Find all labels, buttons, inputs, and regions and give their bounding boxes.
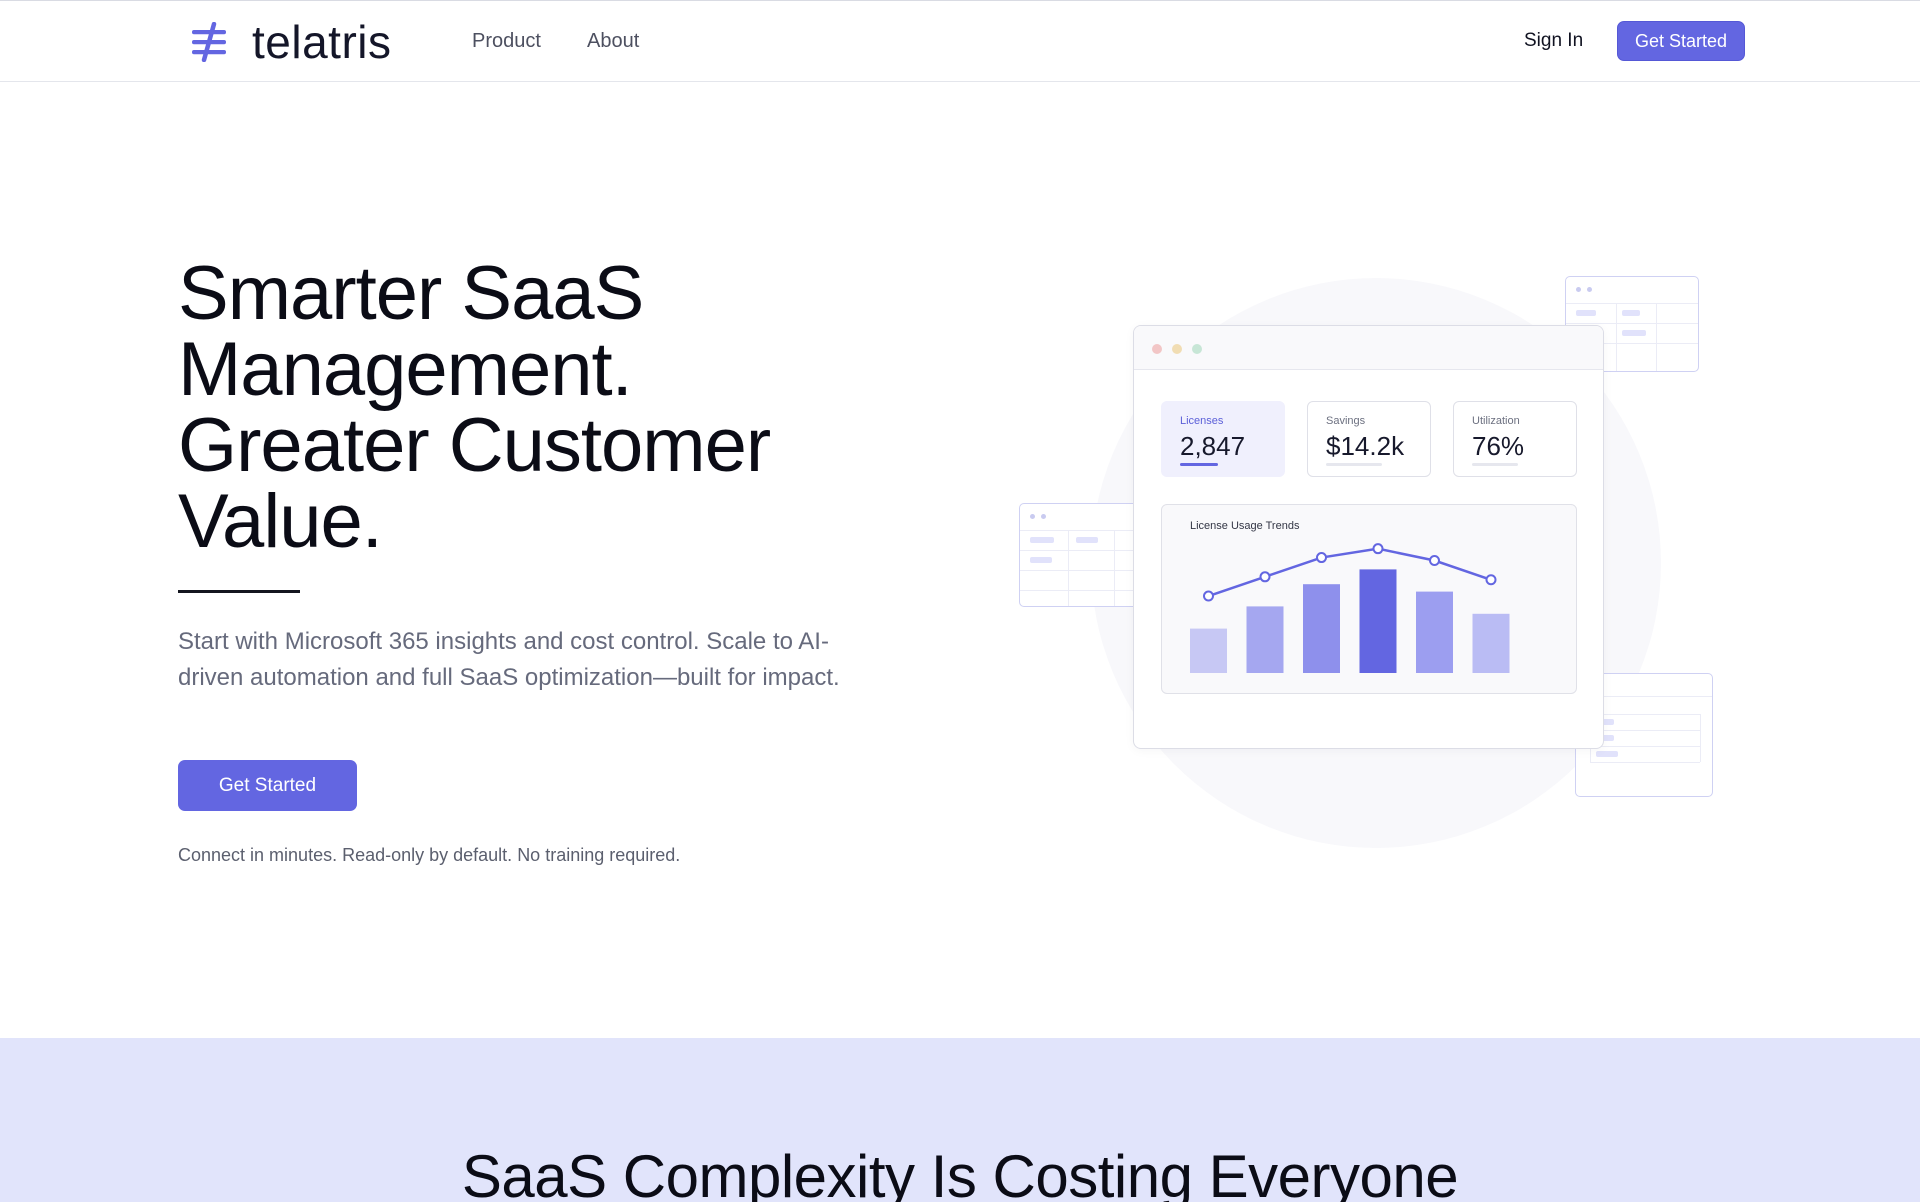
mini-window-left [1019,503,1143,607]
stat-value: 76% [1472,431,1525,461]
chart-point [1316,552,1327,564]
minimize-dot [1172,344,1182,354]
stat-underline [1472,463,1518,466]
chart-bar [1359,569,1397,673]
problem-section: SaaS Complexity Is Costing Everyone [0,1038,1920,1202]
logo-icon [192,22,226,62]
dashboard-illustration: Licenses 2,847 Savings $14.2k Utilizatio… [1010,270,1730,850]
hero-title-line: Value. [178,479,383,564]
chart-bar [1246,606,1284,673]
stat-card-licenses: Licenses 2,847 [1161,401,1285,477]
chart-bar [1190,628,1227,673]
sign-in-link[interactable]: Sign In [1524,29,1583,53]
hero-note: Connect in minutes. Read-only by default… [178,845,681,865]
stat-underline [1180,463,1218,466]
dashboard-window: Licenses 2,847 Savings $14.2k Utilizatio… [1133,325,1604,749]
window-dots [1030,514,1046,519]
chart-bar [1472,613,1510,673]
chart-point [1259,571,1271,583]
chart-point [1429,555,1440,567]
stat-card-utilization: Utilization 76% [1453,401,1577,477]
window-title-bar [1134,326,1603,370]
hero-title-line: Management. [178,327,633,412]
window-dots [1576,287,1592,292]
window-controls [1152,344,1202,354]
hero-divider [178,590,300,593]
close-dot [1152,344,1162,354]
chart-title: License Usage Trends [1190,520,1300,532]
stat-label: Licenses [1180,415,1224,427]
top-nav: telatris Product About Sign In Get Start… [0,0,1920,82]
maximize-dot [1192,344,1202,354]
chart-point [1372,543,1384,555]
hero-title: Smarter SaaS Management. Greater Custome… [178,256,878,560]
stat-label: Savings [1326,415,1366,427]
stat-underline [1326,463,1382,466]
nav-link-product[interactable]: Product [472,29,541,53]
chart-trend-line [1208,547,1492,598]
chart-bar [1303,584,1340,673]
stat-card-savings: Savings $14.2k [1307,401,1431,477]
section-heading: SaaS Complexity Is Costing Everyone [461,1143,1459,1202]
hero-get-started-button[interactable]: Get Started [178,760,357,811]
usage-chart-card: License Usage Trends [1161,504,1577,694]
usage-chart [1190,543,1510,673]
stat-value: $14.2k [1326,431,1405,461]
chart-point [1203,590,1214,602]
nav-get-started-button[interactable]: Get Started [1617,21,1745,61]
stat-label: Utilization [1472,415,1520,427]
stat-value: 2,847 [1180,431,1246,461]
hero-title-line: Greater Customer [178,403,771,488]
hero-subtitle: Start with Microsoft 365 insights and co… [178,628,840,691]
logo-wordmark: telatris [252,16,392,68]
chart-bar [1416,591,1453,673]
logo[interactable]: telatris [190,19,391,65]
chart-point [1485,574,1497,586]
hero-title-line: Smarter SaaS [178,251,644,336]
nav-link-about[interactable]: About [587,29,639,53]
